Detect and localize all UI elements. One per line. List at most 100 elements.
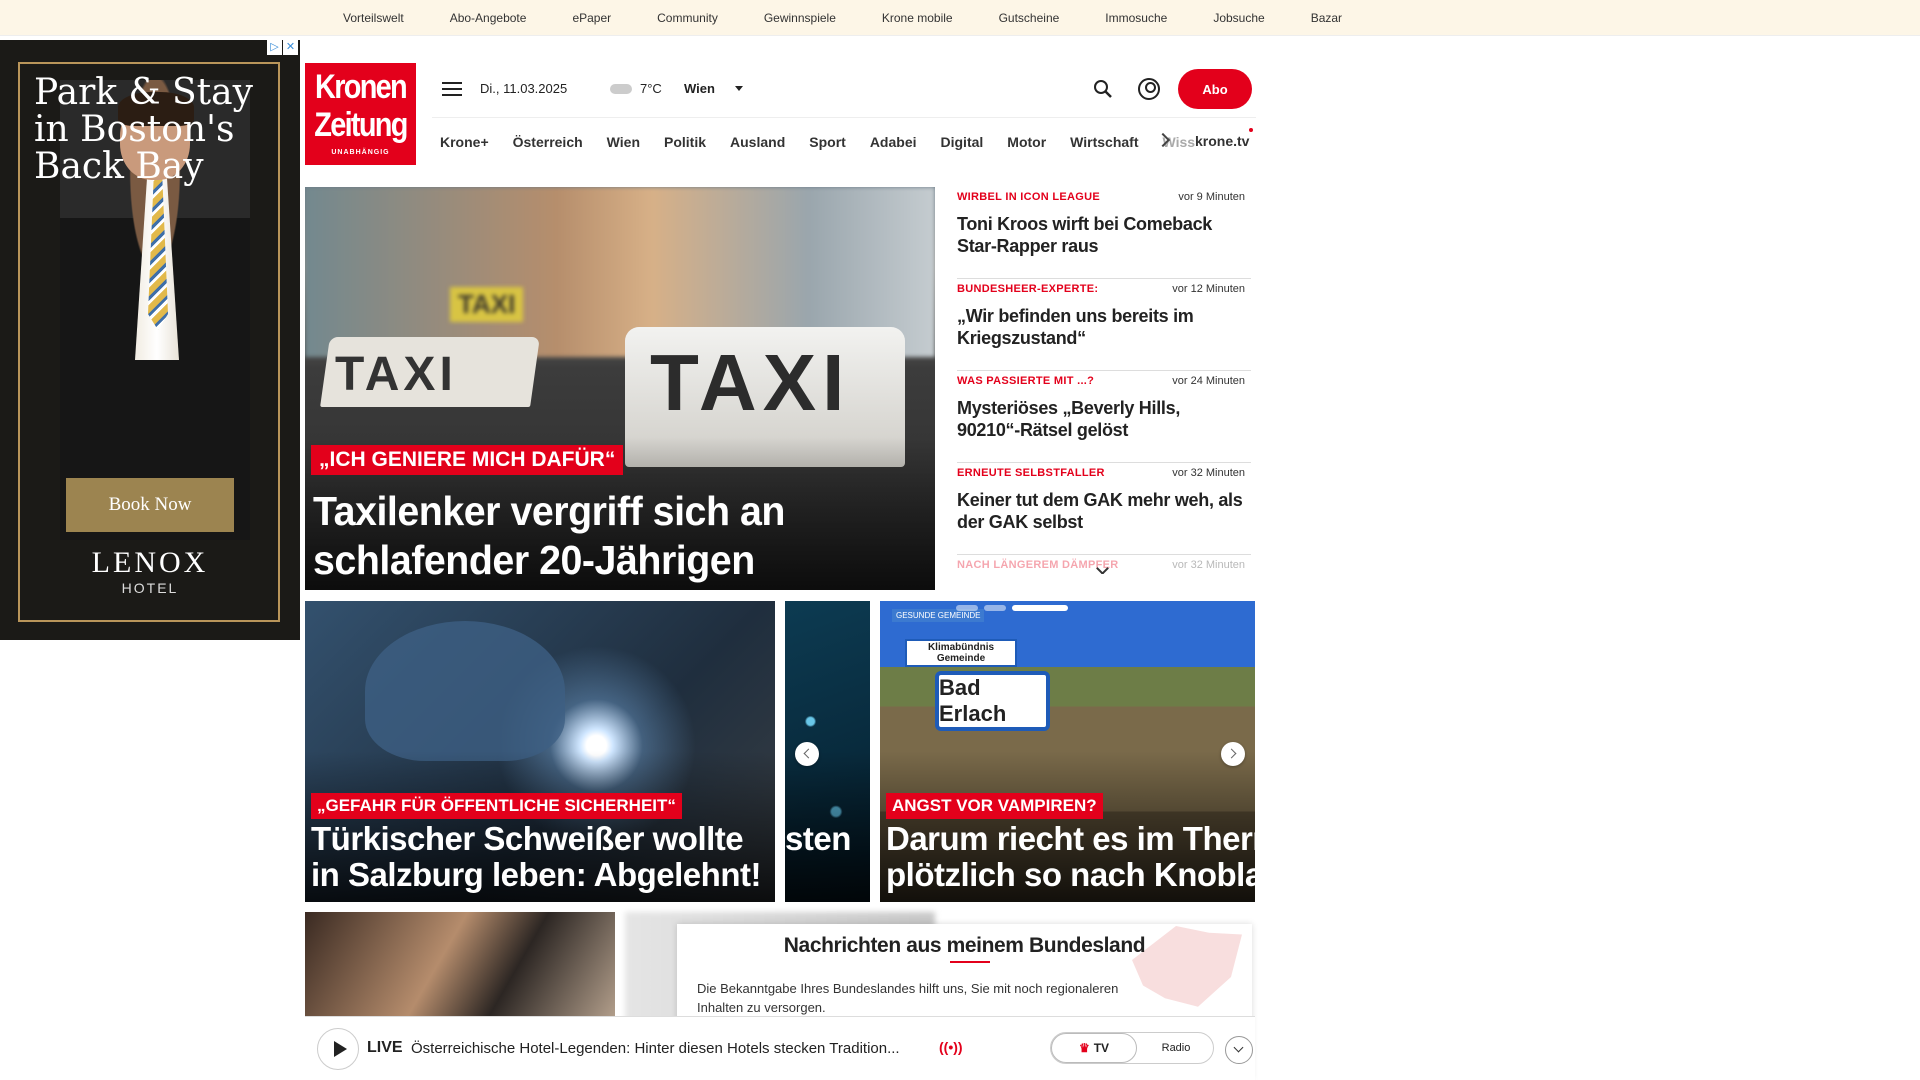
carousel-next-icon[interactable] (1221, 742, 1245, 766)
utility-links: Vorteilswelt Abo-Angebote ePaper Communi… (343, 0, 1388, 36)
utility-link-epaper[interactable]: ePaper (572, 11, 611, 25)
nav-item-oesterreich[interactable]: Österreich (513, 134, 583, 150)
region-dialog-title: Nachrichten aus meinem Bundesland (783, 934, 1146, 957)
card-headline[interactable]: Türkischer Schweißer wollte in Salzburg … (311, 821, 761, 893)
tv-label: TV (1093, 1041, 1110, 1055)
teaser-card[interactable]: „GEFAHR FÜR ÖFFENTLICHE SICHERHEIT“ Türk… (305, 601, 775, 902)
utility-link-gutscheine[interactable]: Gutscheine (999, 11, 1060, 25)
abo-button[interactable]: Abo (1178, 69, 1252, 109)
hero-taxi-text-right: TAXI (650, 338, 851, 427)
news-title[interactable]: Mysteriöses „Beverly Hills, 90210“-Rätse… (957, 397, 1247, 441)
nav-item-wirtschaft[interactable]: Wirtschaft (1070, 134, 1138, 150)
hero-article[interactable]: TAXI TAXI TAXI „ICH GENIERE MICH DAFÜR“ … (305, 187, 935, 590)
card-image-sign: Bad Erlach (935, 671, 1050, 731)
card-kicker: „GEFAHR FÜR ÖFFENTLICHE SICHERHEIT“ (311, 793, 682, 819)
live-player-bar: LIVE Österreichische Hotel-Legenden: Hin… (305, 1016, 1255, 1080)
card-headline-line-1: Darum riecht es im Therm (886, 820, 1255, 857)
nav-item-politik[interactable]: Politik (664, 134, 706, 150)
nav-item-sport[interactable]: Sport (809, 134, 846, 150)
news-category: ERNEUTE SELBSTFALLER (957, 467, 1105, 479)
card-headline-line-1: Türkischer Schweißer wollte (311, 820, 744, 857)
city-selector[interactable]: Wien (684, 81, 715, 96)
card-headline-line-2: sten (785, 820, 851, 857)
carousel-indicators (956, 605, 1068, 611)
utility-link-immosuche[interactable]: Immosuche (1105, 11, 1167, 25)
news-time: vor 12 Minuten (1172, 283, 1245, 295)
nav-item-adabei[interactable]: Adabei (870, 134, 917, 150)
site-header: Di., 11.03.2025 7°C Wien Abo (432, 64, 1252, 114)
site-logo[interactable]: Kronen Zeitung UNABHÄNGIG (305, 63, 416, 165)
card-headline-line-2: plötzlich so nach Knoblau (886, 856, 1255, 893)
teaser-card[interactable]: GESUNDE GEMEINDE Klimabündnis Gemeinde B… (880, 601, 1255, 902)
main-navigation: Krone+ Österreich Wien Politik Ausland S… (432, 117, 1256, 165)
news-title[interactable]: Toni Kroos wirft bei Comeback Star-Rappe… (957, 213, 1247, 257)
ad-title: Park & Stay in Boston's Back Bay (34, 72, 253, 187)
header-date: Di., 11.03.2025 (480, 81, 568, 96)
news-time: vor 9 Minuten (1178, 191, 1245, 203)
card-headline[interactable]: sten (785, 821, 851, 857)
ad-choices: ▷ ✕ (267, 40, 298, 55)
live-dot-icon (1249, 128, 1253, 132)
nav-item-digital[interactable]: Digital (941, 134, 984, 150)
ad-close-icon[interactable]: ✕ (283, 40, 298, 55)
carousel-dot-active[interactable] (1012, 605, 1068, 611)
live-title[interactable]: Österreichische Hotel-Legenden: Hinter d… (411, 1040, 900, 1057)
ad-info-icon[interactable]: ▷ (267, 40, 282, 55)
hero-headline[interactable]: Taxilenker vergriff sich an schlafender … (313, 487, 908, 585)
card-headline[interactable]: Darum riecht es im Therm plötzlich so na… (886, 821, 1255, 893)
radio-toggle-button[interactable]: Radio (1137, 1033, 1215, 1063)
nav-item-motor[interactable]: Motor (1007, 134, 1046, 150)
carousel-dot[interactable] (984, 605, 1006, 611)
news-time: vor 32 Minuten (1172, 559, 1245, 571)
utility-link-gewinnspiele[interactable]: Gewinnspiele (764, 11, 836, 25)
utility-link-bazar[interactable]: Bazar (1311, 11, 1342, 25)
utility-link-krone-mobile[interactable]: Krone mobile (882, 11, 953, 25)
crown-icon: ♛ (1078, 1041, 1090, 1055)
tv-toggle-button[interactable]: ♛ TV (1051, 1033, 1137, 1063)
chevron-down-icon[interactable] (1225, 1036, 1253, 1064)
hamburger-menu-icon[interactable] (442, 82, 462, 96)
search-icon[interactable] (1092, 78, 1114, 100)
news-time: vor 32 Minuten (1172, 467, 1245, 479)
logo-line-1: Kronen (315, 68, 408, 106)
nav-item-krone-tv[interactable]: krone.tv (1195, 133, 1249, 149)
news-title[interactable]: „Wir befinden uns bereits im Kriegszusta… (957, 305, 1247, 349)
hero-kicker: „ICH GENIERE MICH DAFÜR“ (311, 445, 624, 475)
header-temperature: 7°C (640, 81, 662, 96)
news-category: WAS PASSIERTE MIT ...? (957, 375, 1095, 387)
region-dialog-text: Die Bekanntgabe Ihres Bundeslandes hilft… (697, 981, 1119, 1015)
ad-brand-logo: LENOX (91, 546, 209, 579)
user-account-icon[interactable] (1138, 78, 1160, 100)
news-category: WIRBEL IN ICON LEAGUE (957, 191, 1100, 203)
hero-taxi-sign-back: TAXI (450, 287, 524, 322)
news-category: BUNDESHEER-EXPERTE: (957, 283, 1099, 295)
live-label: LIVE (367, 1039, 403, 1056)
cloud-icon (610, 84, 632, 94)
logo-tagline: UNABHÄNGIG (331, 149, 390, 156)
carousel-prev-icon[interactable] (795, 742, 819, 766)
latest-news-list: WIRBEL IN ICON LEAGUE vor 9 Minuten Toni… (952, 187, 1252, 574)
news-item[interactable]: ERNEUTE SELBSTFALLER vor 32 Minuten Kein… (957, 463, 1251, 555)
card-image-sign-small: Klimabündnis Gemeinde (905, 639, 1017, 667)
advertisement-banner[interactable]: Park & Stay in Boston's Back Bay Book No… (0, 40, 300, 640)
hero-taxi-text-left: TAXI (335, 348, 457, 401)
play-icon[interactable] (317, 1028, 359, 1070)
nav-item-kroneplus[interactable]: Krone+ (440, 134, 489, 150)
ad-book-now-button[interactable]: Book Now (66, 478, 234, 532)
nav-item-ausland[interactable]: Ausland (730, 134, 785, 150)
utility-link-community[interactable]: Community (657, 11, 718, 25)
carousel-dot[interactable] (956, 605, 978, 611)
card-image (365, 621, 565, 761)
utility-link-abo-angebote[interactable]: Abo-Angebote (450, 11, 527, 25)
nav-item-wien[interactable]: Wien (607, 134, 640, 150)
title-underline (950, 961, 990, 963)
news-item[interactable]: WIRBEL IN ICON LEAGUE vor 9 Minuten Toni… (957, 187, 1251, 279)
news-item[interactable]: BUNDESHEER-EXPERTE: vor 12 Minuten „Wir … (957, 279, 1251, 371)
news-item[interactable]: WAS PASSIERTE MIT ...? vor 24 Minuten My… (957, 371, 1251, 463)
ad-brand-sub: HOTEL (121, 580, 179, 596)
news-title[interactable]: Keiner tut dem GAK mehr weh, als der GAK… (957, 489, 1247, 533)
chevron-down-icon[interactable] (735, 86, 743, 91)
broadcast-icon: ((•)) (939, 1039, 963, 1055)
utility-link-vorteilswelt[interactable]: Vorteilswelt (343, 11, 404, 25)
utility-link-jobsuche[interactable]: Jobsuche (1213, 11, 1264, 25)
